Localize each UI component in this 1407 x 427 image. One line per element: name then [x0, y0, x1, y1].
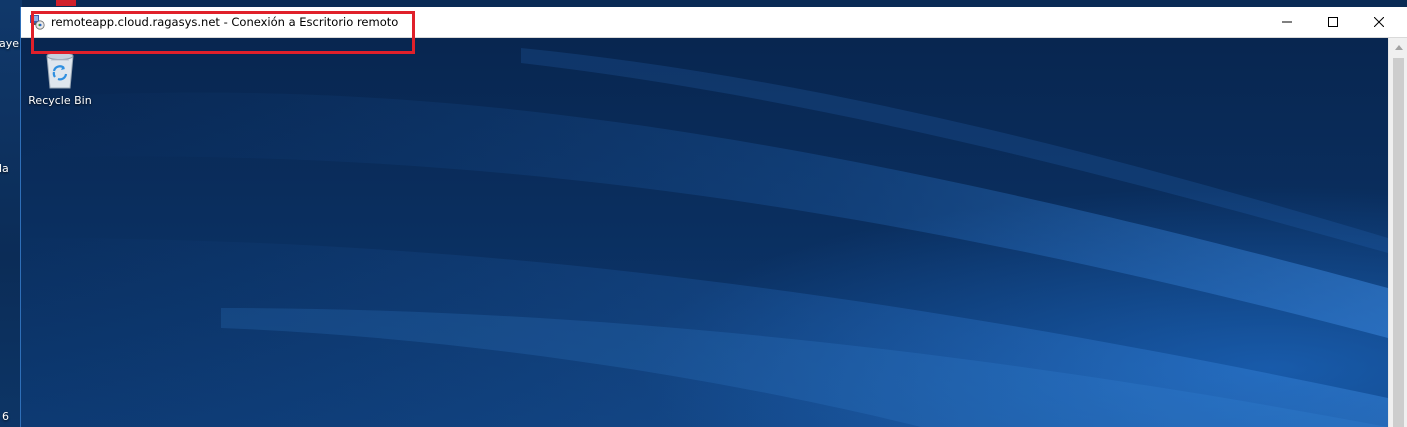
desktop-icon-recycle-bin[interactable]: Recycle Bin	[25, 48, 95, 112]
recycle-bin-icon	[40, 48, 80, 90]
scrollbar-thumb[interactable]	[1393, 58, 1404, 427]
remote-desktop-area[interactable]: Recycle Bin	[21, 38, 1388, 427]
host-app-icon[interactable]	[56, 0, 76, 6]
host-desktop-label[interactable]: ayer	[0, 37, 22, 50]
close-icon	[1374, 17, 1384, 27]
maximize-icon	[1328, 17, 1338, 27]
minimize-icon	[1282, 17, 1292, 27]
window-title: remoteapp.cloud.ragasys.net - Conexión a…	[51, 15, 399, 29]
minimize-button[interactable]	[1264, 7, 1310, 37]
window-titlebar[interactable]: remoteapp.cloud.ragasys.net - Conexión a…	[21, 7, 1407, 38]
remote-desktop-icon	[29, 14, 45, 30]
host-desktop-label[interactable]: 6	[2, 410, 9, 423]
desktop-icon-label: Recycle Bin	[28, 94, 92, 107]
host-desktop-label[interactable]: la	[0, 162, 9, 175]
close-button[interactable]	[1356, 7, 1402, 37]
maximize-button[interactable]	[1310, 7, 1356, 37]
screen: ayer la 6 remoteapp.cloud.ragasys.net - …	[0, 0, 1407, 427]
host-desktop: ayer la 6	[0, 0, 22, 427]
remote-desktop-window: remoteapp.cloud.ragasys.net - Conexión a…	[20, 7, 1407, 427]
wallpaper-light-beams	[21, 48, 1388, 427]
scroll-up-arrow-icon[interactable]	[1389, 38, 1407, 56]
vertical-scrollbar[interactable]	[1388, 38, 1407, 427]
